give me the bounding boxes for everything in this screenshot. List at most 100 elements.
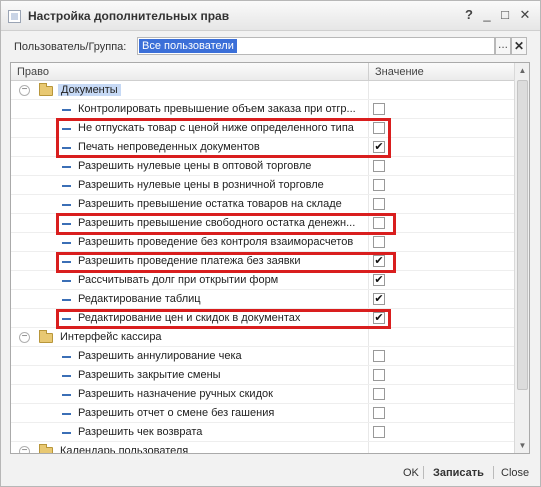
right-label: Разрешить чек возврата <box>78 426 203 438</box>
group-row[interactable]: − Интерфейс кассира <box>11 328 514 347</box>
right-label: Разрешить аннулирование чека <box>78 350 242 362</box>
window-title: Настройка дополнительных прав <box>28 9 230 23</box>
table-row[interactable]: Разрешить нулевые цены в розничной торго… <box>11 176 514 195</box>
scroll-up-icon[interactable]: ▲ <box>515 63 529 78</box>
right-item-icon <box>62 128 71 130</box>
right-item-icon <box>62 185 71 187</box>
footer: OK Записать Close <box>1 456 540 486</box>
right-label: Редактирование таблиц <box>78 293 201 305</box>
right-item-icon <box>62 394 71 396</box>
title-bar: Настройка дополнительных прав ? _ □ ✕ <box>1 1 540 31</box>
table-row[interactable]: Разрешить назначение ручных скидок <box>11 385 514 404</box>
right-item-icon <box>62 413 71 415</box>
select-user-button[interactable]: ... <box>495 37 511 55</box>
table-row[interactable]: Разрешить отчет о смене без гашения <box>11 404 514 423</box>
table-row[interactable]: Не отпускать товар с ценой ниже определе… <box>11 119 514 138</box>
right-item-icon <box>62 375 71 377</box>
group-label: Документы <box>58 84 121 96</box>
right-item-icon <box>62 147 71 149</box>
right-item-icon <box>62 299 71 301</box>
value-checkbox[interactable] <box>373 236 385 248</box>
value-checkbox[interactable] <box>373 426 385 438</box>
column-header-right[interactable]: Право <box>17 66 49 78</box>
save-button[interactable]: Записать <box>433 467 484 479</box>
value-checkbox[interactable] <box>373 122 385 134</box>
table-row[interactable]: Разрешить нулевые цены в оптовой торговл… <box>11 157 514 176</box>
value-checkbox[interactable] <box>373 350 385 362</box>
table-row[interactable]: Редактирование цен и скидок в документах… <box>11 309 514 328</box>
collapse-icon[interactable]: − <box>19 446 30 453</box>
value-checkbox[interactable] <box>373 198 385 210</box>
table-row[interactable]: Рассчитывать долг при открытии форм ✔ <box>11 271 514 290</box>
right-label: Разрешить превышение остатка товаров на … <box>78 198 342 210</box>
group-label: Интерфейс кассира <box>60 331 162 343</box>
right-item-icon <box>62 204 71 206</box>
value-checkbox[interactable]: ✔ <box>373 141 385 153</box>
right-item-icon <box>62 280 71 282</box>
right-item-icon <box>62 432 71 434</box>
value-checkbox[interactable] <box>373 407 385 419</box>
value-checkbox[interactable] <box>373 217 385 229</box>
scroll-down-icon[interactable]: ▼ <box>515 438 529 453</box>
table-row[interactable]: Редактирование таблиц ✔ <box>11 290 514 309</box>
help-button[interactable]: ? <box>461 7 477 23</box>
value-checkbox[interactable]: ✔ <box>373 293 385 305</box>
right-label: Редактирование цен и скидок в документах <box>78 312 301 324</box>
value-checkbox[interactable] <box>373 388 385 400</box>
table-row[interactable]: Печать непроведенных документов ✔ <box>11 138 514 157</box>
right-label: Печать непроведенных документов <box>78 141 260 153</box>
user-group-input[interactable]: Все пользователи <box>137 37 495 55</box>
right-item-icon <box>62 166 71 168</box>
user-group-label: Пользователь/Группа: <box>14 41 127 53</box>
group-row[interactable]: − Документы <box>11 81 514 100</box>
minimize-button[interactable]: _ <box>479 7 495 23</box>
value-checkbox[interactable]: ✔ <box>373 255 385 267</box>
right-item-icon <box>62 109 71 111</box>
table-body: − Документы Контролировать превышение объе… <box>11 81 514 453</box>
table-row[interactable]: Разрешить превышение свободного остатка … <box>11 214 514 233</box>
right-item-icon <box>62 242 71 244</box>
right-label: Не отпускать товар с ценой ниже определе… <box>78 122 354 134</box>
right-label: Разрешить нулевые цены в розничной торго… <box>78 179 324 191</box>
right-label: Разрешить назначение ручных скидок <box>78 388 273 400</box>
close-button[interactable]: Close <box>501 467 529 479</box>
clear-user-button[interactable]: ✕ <box>511 37 527 55</box>
table-row[interactable]: Разрешить чек возврата <box>11 423 514 442</box>
group-row[interactable]: − Календарь пользователя <box>11 442 514 453</box>
value-checkbox[interactable] <box>373 160 385 172</box>
table-row[interactable]: Разрешить превышение остатка товаров на … <box>11 195 514 214</box>
scroll-thumb[interactable] <box>517 80 528 390</box>
collapse-icon[interactable]: − <box>19 332 30 343</box>
value-checkbox[interactable] <box>373 179 385 191</box>
right-label: Разрешить проведение платежа без заявки <box>78 255 301 267</box>
table-row[interactable]: Разрешить проведение без контроля взаимо… <box>11 233 514 252</box>
settings-window: Настройка дополнительных прав ? _ □ ✕ По… <box>0 0 541 487</box>
header-divider <box>368 63 369 81</box>
table-row[interactable]: Разрешить аннулирование чека <box>11 347 514 366</box>
right-item-icon <box>62 261 71 263</box>
value-checkbox[interactable] <box>373 103 385 115</box>
value-checkbox[interactable]: ✔ <box>373 312 385 324</box>
table-row[interactable]: Разрешить закрытие смены <box>11 366 514 385</box>
right-label: Разрешить нулевые цены в оптовой торговл… <box>78 160 312 172</box>
ok-button[interactable]: OK <box>403 467 419 479</box>
folder-icon <box>39 83 53 96</box>
right-label: Разрешить отчет о смене без гашения <box>78 407 275 419</box>
vertical-scrollbar[interactable]: ▲ ▼ <box>514 63 529 453</box>
table-row[interactable]: Контролировать превышение объем заказа п… <box>11 100 514 119</box>
right-label: Разрешить проведение без контроля взаимо… <box>78 236 354 248</box>
maximize-button[interactable]: □ <box>497 7 513 23</box>
collapse-icon[interactable]: − <box>19 85 30 96</box>
right-label: Разрешить превышение свободного остатка … <box>78 217 356 229</box>
value-checkbox[interactable]: ✔ <box>373 274 385 286</box>
window-icon <box>8 10 21 23</box>
close-window-button[interactable]: ✕ <box>517 7 533 23</box>
right-label: Контролировать превышение объем заказа п… <box>78 103 356 115</box>
table-header: Право Значение <box>11 63 514 81</box>
value-checkbox[interactable] <box>373 369 385 381</box>
footer-divider <box>493 466 494 479</box>
right-item-icon <box>62 223 71 225</box>
column-header-value[interactable]: Значение <box>375 66 424 78</box>
user-group-value: Все пользователи <box>139 39 237 53</box>
table-row[interactable]: Разрешить проведение платежа без заявки ✔ <box>11 252 514 271</box>
